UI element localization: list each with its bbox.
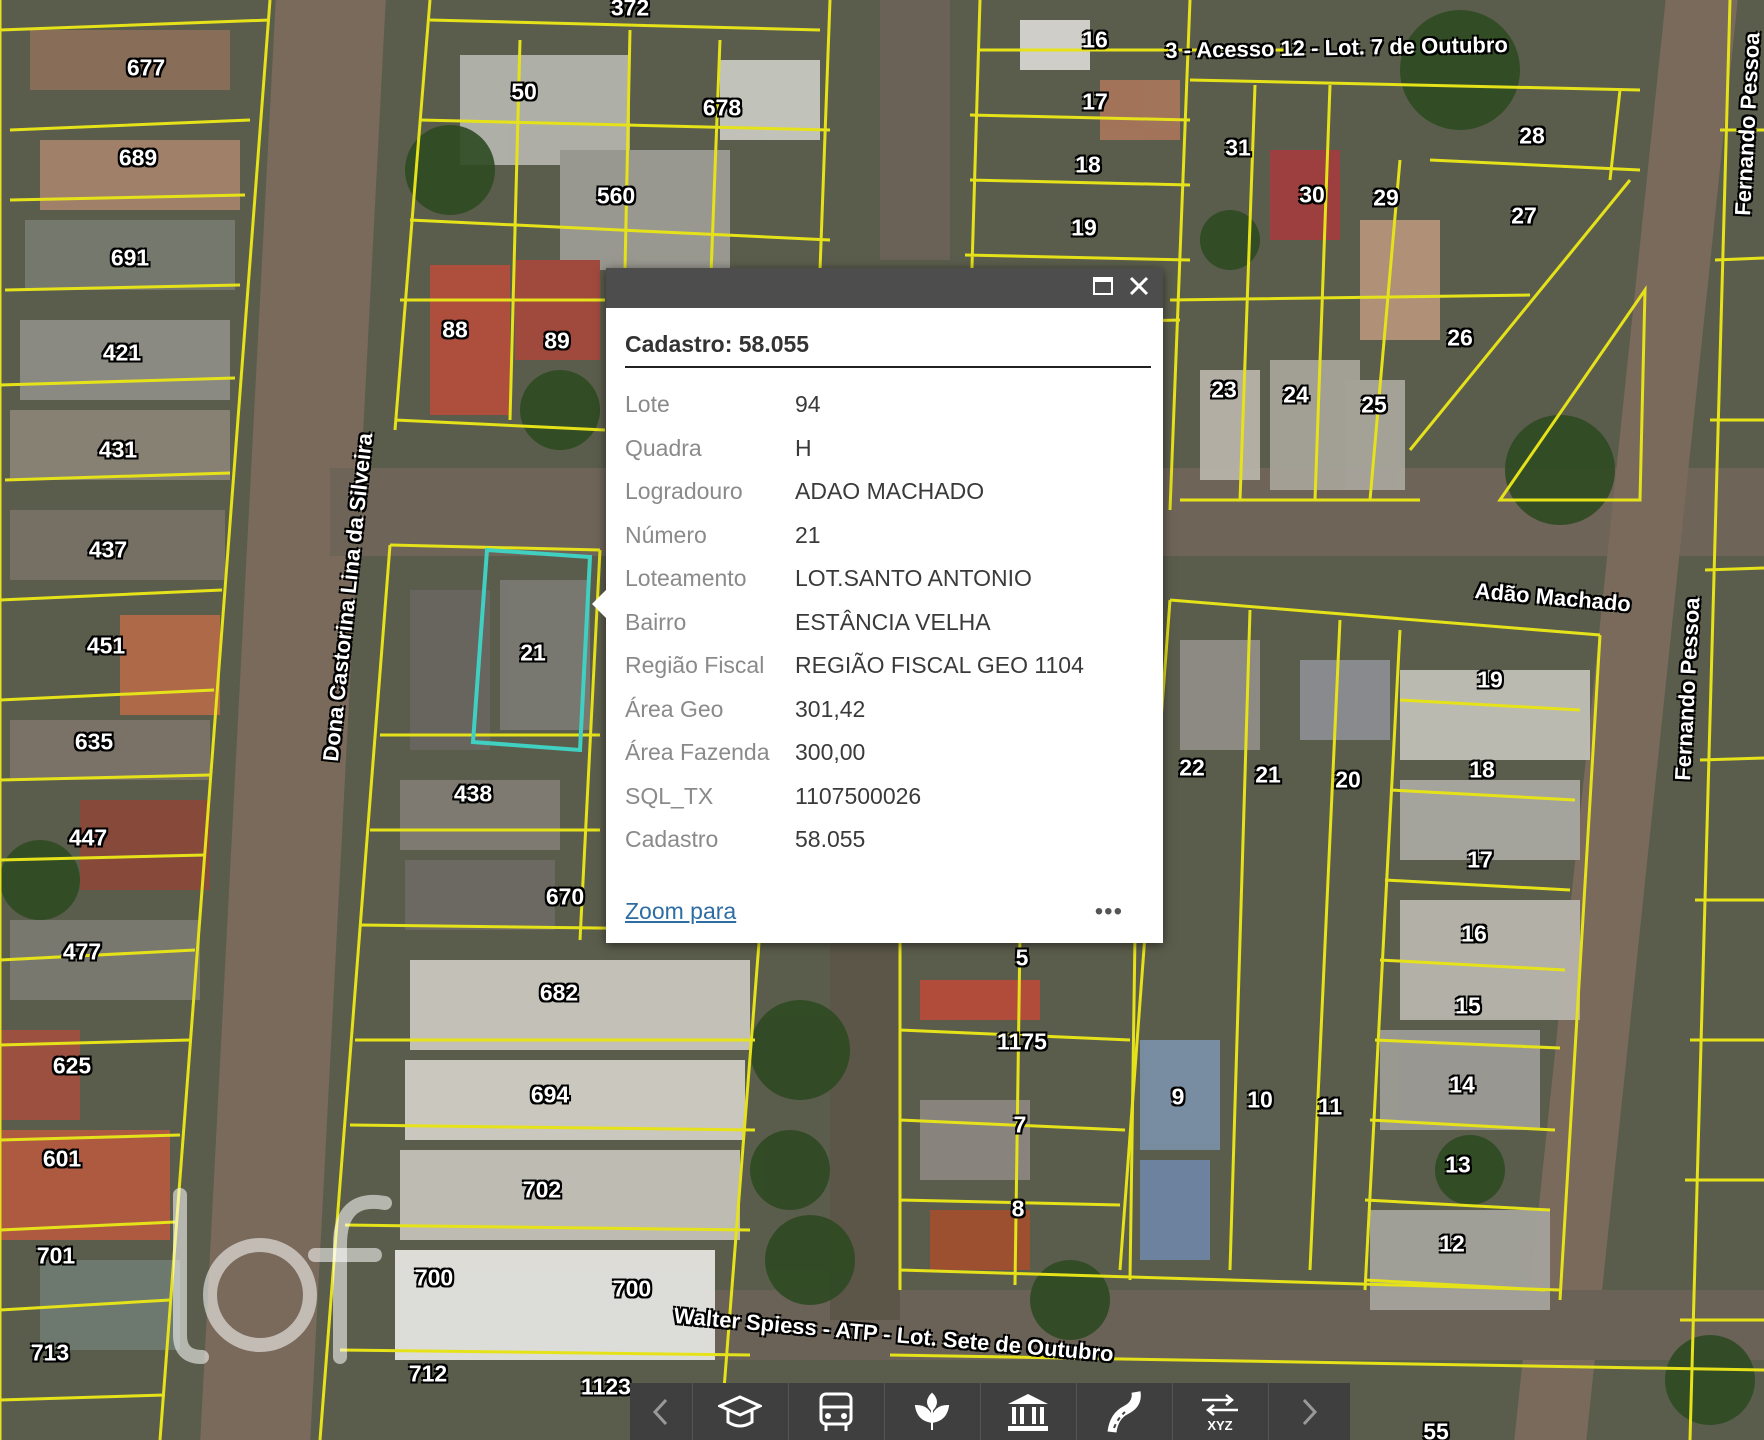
watermark-logo bbox=[173, 1188, 392, 1364]
attribute-value: 300,00 bbox=[795, 739, 866, 766]
chevron-left-icon[interactable] bbox=[630, 1383, 693, 1440]
attribute-row: Área Fazenda 300,00 bbox=[625, 731, 1084, 775]
attribute-value: 94 bbox=[795, 391, 821, 418]
attribute-value: 1107500026 bbox=[795, 782, 922, 809]
attribute-value: 58.055 bbox=[795, 826, 866, 853]
attribute-row: Região Fiscal REGIÃO FISCAL GEO 1104 bbox=[625, 644, 1084, 688]
attribute-row: Loteamento LOT.SANTO ANTONIO bbox=[625, 557, 1084, 601]
attribute-key: SQL_TX bbox=[625, 782, 714, 809]
attribute-key: Lote bbox=[625, 391, 670, 418]
attribute-value: H bbox=[795, 434, 812, 461]
maximize-icon[interactable] bbox=[1089, 274, 1117, 302]
attribute-popup: Cadastro: 58.055 Lote 94 Quadra H Logradouro… bbox=[592, 268, 1163, 943]
layer-toolbar: XYZ bbox=[630, 1383, 1350, 1440]
graduation-cap-icon[interactable] bbox=[692, 1383, 789, 1440]
attribute-row: Lote 94 bbox=[625, 383, 1084, 427]
attribute-table: Lote 94 Quadra H Logradouro ADAO MACHADO Númer… bbox=[625, 383, 1084, 862]
popup-title: Cadastro: 58.055 bbox=[625, 331, 810, 357]
attribute-key: Quadra bbox=[625, 434, 702, 461]
more-options-button[interactable]: ••• bbox=[1095, 898, 1123, 926]
attribute-row: Quadra H bbox=[625, 427, 1084, 471]
attribute-key: Bairro bbox=[625, 608, 687, 635]
museum-icon[interactable] bbox=[980, 1383, 1077, 1440]
leaf-icon[interactable] bbox=[884, 1383, 981, 1440]
attribute-key: Loteamento bbox=[625, 565, 747, 592]
chevron-right-icon[interactable] bbox=[1268, 1383, 1350, 1440]
road-icon[interactable] bbox=[1076, 1383, 1173, 1440]
zoom-to-link[interactable]: Zoom para bbox=[625, 898, 736, 925]
attribute-row: Número 21 bbox=[625, 514, 1084, 558]
attribute-row: Cadastro 58.055 bbox=[625, 818, 1084, 862]
attribute-value: 301,42 bbox=[795, 695, 866, 722]
svg-text:XYZ: XYZ bbox=[1207, 1418, 1232, 1432]
attribute-value: 21 bbox=[795, 521, 821, 548]
attribute-key: Cadastro bbox=[625, 826, 719, 853]
xyz-icon[interactable]: XYZ bbox=[1172, 1383, 1269, 1440]
attribute-key: Área Geo bbox=[625, 695, 724, 722]
attribute-row: Bairro ESTÂNCIA VELHA bbox=[625, 601, 1084, 645]
attribute-key: Logradouro bbox=[625, 478, 743, 505]
popup-divider bbox=[625, 366, 1151, 368]
attribute-row: Área Geo 301,42 bbox=[625, 688, 1084, 732]
attribute-value: ESTÂNCIA VELHA bbox=[795, 608, 991, 635]
attribute-value: ADAO MACHADO bbox=[795, 478, 985, 505]
popup-header bbox=[606, 268, 1163, 308]
attribute-row: SQL_TX 1107500026 bbox=[625, 775, 1084, 819]
attribute-row: Logradouro ADAO MACHADO bbox=[625, 470, 1084, 514]
popup-pointer bbox=[592, 590, 606, 618]
attribute-key: Região Fiscal bbox=[625, 652, 765, 679]
attribute-value: LOT.SANTO ANTONIO bbox=[795, 565, 1032, 592]
close-icon[interactable] bbox=[1125, 274, 1153, 302]
attribute-key: Área Fazenda bbox=[625, 739, 770, 766]
bus-icon[interactable] bbox=[788, 1383, 885, 1440]
attribute-key: Número bbox=[625, 521, 707, 548]
attribute-value: REGIÃO FISCAL GEO 1104 bbox=[795, 652, 1084, 679]
